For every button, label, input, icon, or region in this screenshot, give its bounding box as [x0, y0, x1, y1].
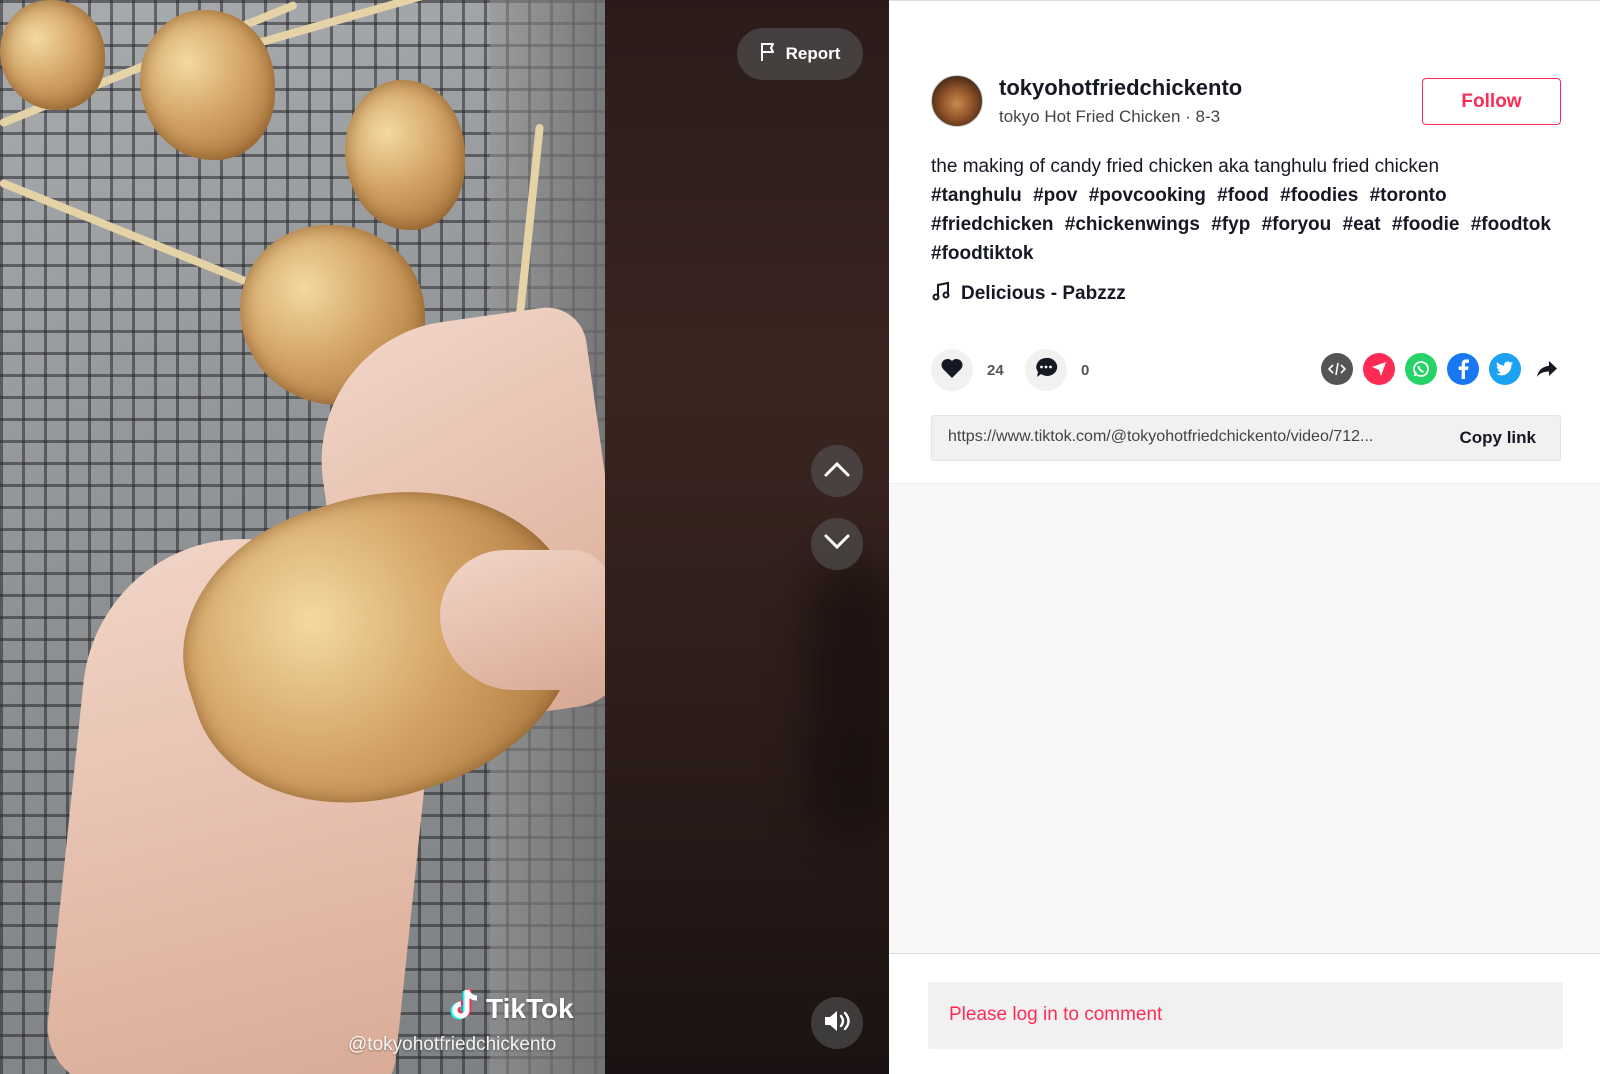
share-link-box: https://www.tiktok.com/@tokyohotfriedchi…	[931, 415, 1561, 461]
tiktok-watermark: TikTok	[450, 988, 574, 1029]
comment-footer: Please log in to comment	[889, 953, 1600, 1074]
hashtag[interactable]: #fyp	[1211, 214, 1250, 235]
comment-button[interactable]	[1025, 349, 1067, 391]
display-name: tokyo Hot Fried Chicken	[999, 107, 1181, 126]
post-date: 8-3	[1195, 107, 1221, 126]
author-header: tokyohotfriedchickento tokyo Hot Fried C…	[931, 75, 1561, 131]
separator: ·	[1180, 107, 1196, 126]
share-arrow-icon[interactable]	[1531, 353, 1563, 385]
comment-action: 0	[1025, 349, 1089, 391]
finger	[440, 550, 605, 690]
hashtag[interactable]: #pov	[1033, 185, 1077, 206]
chicken-piece	[0, 0, 105, 110]
action-bar: 24 0	[931, 349, 1563, 395]
mute-toggle-button[interactable]	[811, 997, 863, 1049]
facebook-icon[interactable]	[1447, 353, 1479, 385]
heart-icon	[940, 357, 964, 384]
hashtag[interactable]: #chickenwings	[1065, 214, 1200, 235]
music-note-icon	[931, 281, 951, 307]
like-button[interactable]	[931, 349, 973, 391]
report-label: Report	[785, 44, 841, 63]
follow-button[interactable]: Follow	[1422, 78, 1561, 125]
twitter-icon[interactable]	[1489, 353, 1521, 385]
author-subline: tokyo Hot Fried Chicken · 8-3	[999, 107, 1220, 127]
post-description: the making of candy fried chicken aka ta…	[931, 152, 1563, 268]
hashtag[interactable]: #foryou	[1262, 214, 1332, 235]
login-prompt: Please log in to comment	[949, 1004, 1163, 1025]
chevron-down-icon	[824, 534, 850, 555]
copy-link-button[interactable]: Copy link	[1459, 428, 1536, 448]
hashtag[interactable]: #tanghulu	[931, 185, 1022, 206]
login-to-comment-button[interactable]: Please log in to comment	[928, 982, 1563, 1049]
report-button[interactable]: Report	[737, 28, 863, 80]
previous-video-button[interactable]	[811, 445, 863, 497]
hashtag-list: #tanghulu #pov #povcooking #food #foodie…	[931, 181, 1563, 268]
avatar[interactable]	[931, 75, 983, 127]
hashtag[interactable]: #foodies	[1280, 185, 1358, 206]
hashtag[interactable]: #foodie	[1392, 214, 1460, 235]
comment-count: 0	[1081, 361, 1090, 379]
flag-icon	[760, 42, 778, 67]
post-details-panel: tokyohotfriedchickento tokyo Hot Fried C…	[889, 0, 1600, 1074]
tiktok-logo-icon	[450, 988, 480, 1029]
username[interactable]: tokyohotfriedchickento	[999, 75, 1242, 101]
hashtag[interactable]: #toronto	[1370, 185, 1447, 206]
watermark-username: @tokyohotfriedchickento	[348, 1034, 557, 1055]
comment-bubble-icon	[1034, 356, 1058, 385]
blur-shape	[805, 560, 889, 840]
music-link[interactable]: Delicious - Pabzzz	[931, 281, 1126, 307]
video-link[interactable]: https://www.tiktok.com/@tokyohotfriedchi…	[948, 428, 1428, 446]
comments-list[interactable]	[889, 483, 1600, 953]
like-count: 24	[987, 361, 1004, 379]
video-player[interactable]: TikTok @tokyohotfriedchickento Report	[0, 0, 889, 1074]
hashtag[interactable]: #friedchicken	[931, 214, 1054, 235]
chicken-piece	[140, 10, 275, 160]
hashtag[interactable]: #foodtok	[1471, 214, 1551, 235]
video-frame[interactable]: TikTok @tokyohotfriedchickento	[0, 0, 605, 1074]
hashtag[interactable]: #foodtiktok	[931, 243, 1033, 264]
hashtag[interactable]: #povcooking	[1089, 185, 1206, 206]
hashtag[interactable]: #eat	[1343, 214, 1381, 235]
chevron-up-icon	[824, 461, 850, 482]
chicken-piece	[345, 80, 465, 230]
like-action: 24	[931, 349, 1004, 391]
send-icon[interactable]	[1363, 353, 1395, 385]
embed-icon[interactable]	[1321, 353, 1353, 385]
caption-text: the making of candy fried chicken aka ta…	[931, 156, 1440, 177]
tiktok-video-page: TikTok @tokyohotfriedchickento Report to…	[0, 0, 1600, 1074]
share-icons	[1321, 353, 1563, 385]
whatsapp-icon[interactable]	[1405, 353, 1437, 385]
watermark-brand: TikTok	[486, 992, 574, 1024]
next-video-button[interactable]	[811, 518, 863, 570]
hashtag[interactable]: #food	[1217, 185, 1269, 206]
speaker-icon	[823, 1009, 851, 1038]
music-title: Delicious - Pabzzz	[961, 283, 1126, 304]
